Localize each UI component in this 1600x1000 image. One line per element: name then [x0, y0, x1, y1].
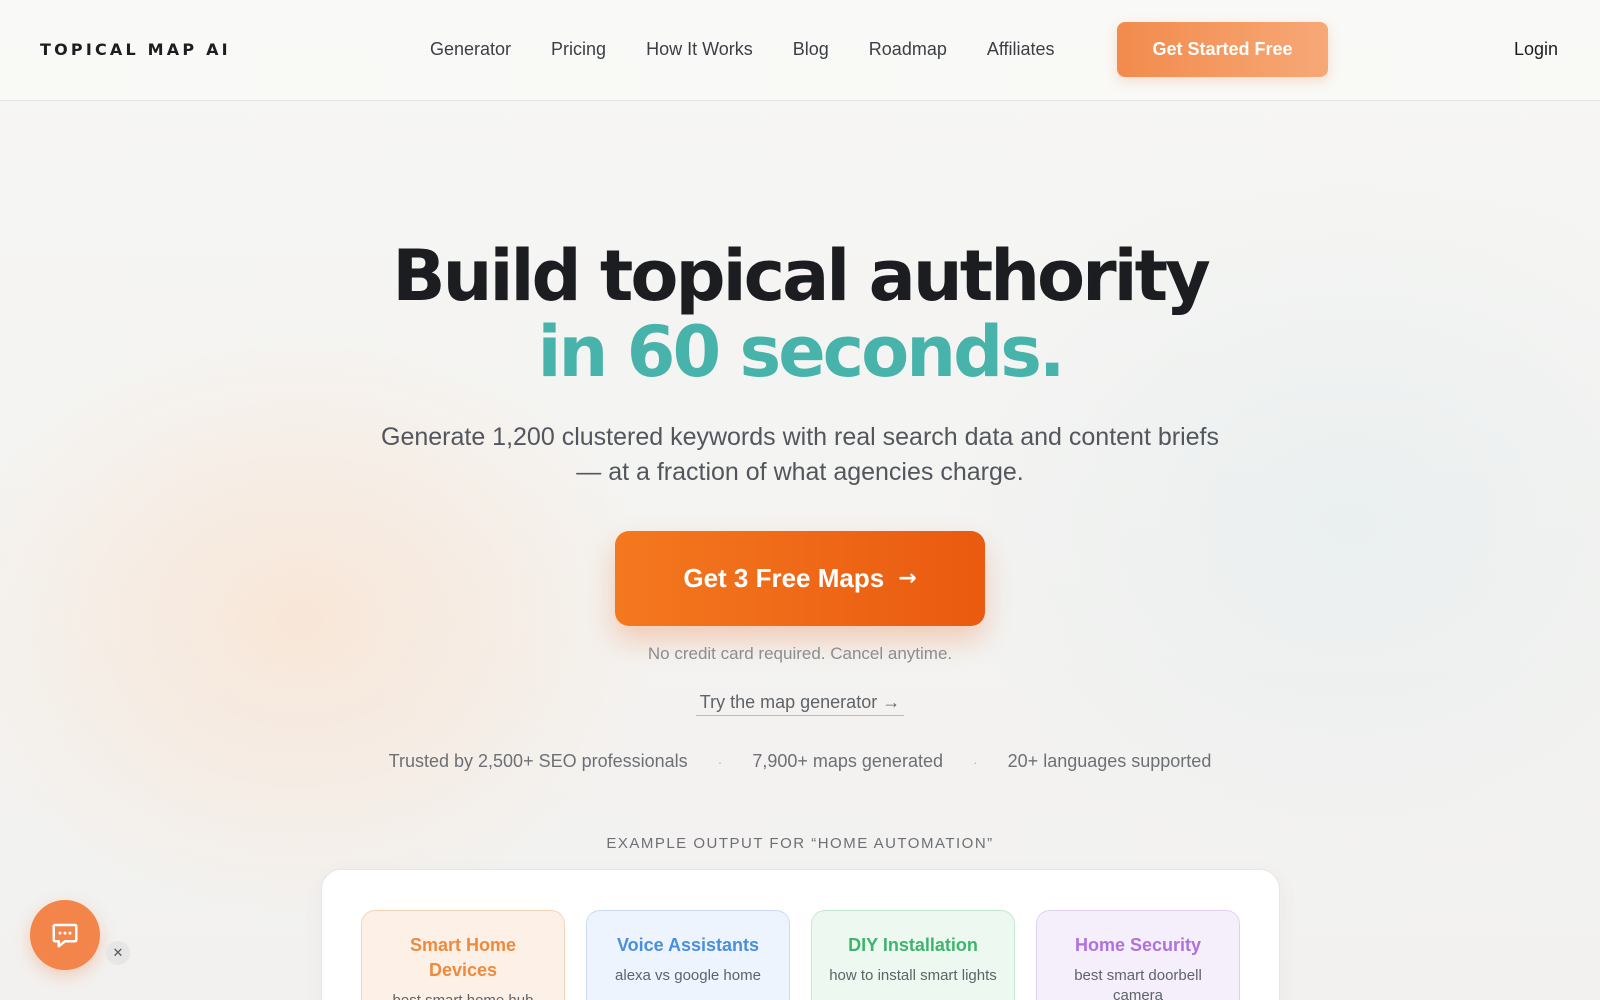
- stat-separator: ·: [717, 753, 723, 770]
- cluster-card[interactable]: Home Security best smart doorbell camera: [1036, 910, 1240, 1000]
- nav-link-affiliates[interactable]: Affiliates: [987, 39, 1055, 60]
- stat-separator: ·: [972, 753, 978, 770]
- cluster-card[interactable]: Voice Assistants alexa vs google home: [586, 910, 790, 1000]
- cluster-card[interactable]: DIY Installation how to install smart li…: [811, 910, 1015, 1000]
- stat-maps-generated: 7,900+ maps generated: [752, 751, 943, 771]
- nav-link-pricing[interactable]: Pricing: [551, 39, 606, 60]
- cluster-title: Smart Home Devices: [409, 935, 517, 980]
- chat-close-icon[interactable]: ✕: [106, 941, 130, 965]
- site-logo[interactable]: TOPICAL MAP AI: [40, 40, 231, 59]
- headline-line-1: Build topical authority: [392, 235, 1210, 317]
- get-free-maps-button[interactable]: Get 3 Free Maps →: [615, 531, 985, 626]
- cluster-card[interactable]: Smart Home Devices best smart home hub: [361, 910, 565, 1000]
- cta-label: Get 3 Free Maps: [683, 563, 885, 593]
- cluster-keyword: best smart doorbell camera: [1074, 967, 1202, 1000]
- headline-line-2-accent: in 60 seconds.: [537, 311, 1066, 393]
- top-navigation: TOPICAL MAP AI Generator Pricing How It …: [0, 0, 1600, 101]
- arrow-right-icon: →: [898, 566, 917, 591]
- cluster-keyword: how to install smart lights: [829, 967, 997, 984]
- example-output-card: Smart Home Devices best smart home hub V…: [321, 869, 1280, 1000]
- chat-bubble-icon: [52, 923, 78, 948]
- try-map-generator-link[interactable]: Try the map generator →: [696, 692, 904, 716]
- cluster-title: Home Security: [1074, 935, 1202, 955]
- cluster-keyword: alexa vs google home: [615, 967, 761, 984]
- stat-languages: 20+ languages supported: [1007, 751, 1212, 771]
- cluster-keyword: best smart home hub: [362, 991, 564, 1000]
- cluster-title: DIY Installation: [848, 935, 978, 955]
- nav-link-how-it-works[interactable]: How It Works: [646, 39, 753, 60]
- get-started-free-button[interactable]: Get Started Free: [1117, 22, 1328, 77]
- trust-stats: Trusted by 2,500+ SEO professionals · 7,…: [0, 751, 1600, 772]
- hero-subheading: Generate 1,200 clustered keywords with r…: [381, 423, 1219, 486]
- example-output-label: EXAMPLE OUTPUT FOR “HOME AUTOMATION”: [606, 835, 994, 852]
- chat-widget-button[interactable]: [30, 900, 100, 970]
- stat-professionals: Trusted by 2,500+ SEO professionals: [388, 751, 688, 771]
- no-credit-card-note: No credit card required. Cancel anytime.: [647, 644, 953, 663]
- cluster-title: Voice Assistants: [616, 935, 760, 955]
- nav-link-roadmap[interactable]: Roadmap: [869, 39, 947, 60]
- nav-link-blog[interactable]: Blog: [793, 39, 829, 60]
- nav-links: Generator Pricing How It Works Blog Road…: [430, 39, 1055, 60]
- login-link[interactable]: Login: [1514, 39, 1558, 60]
- hero-headline: Build topical authority in 60 seconds.: [0, 238, 1600, 390]
- nav-link-generator[interactable]: Generator: [430, 39, 511, 60]
